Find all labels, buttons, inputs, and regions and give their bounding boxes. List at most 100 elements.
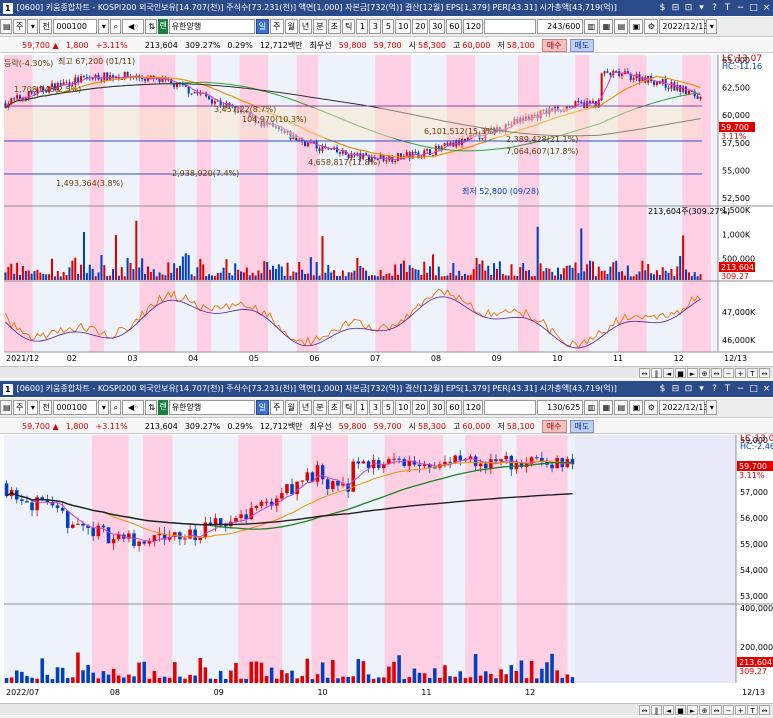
expand-button[interactable]: ↔ (711, 367, 722, 378)
volume-bar (562, 268, 565, 280)
volume-bar (216, 273, 219, 280)
chart-scrollbar-bottom[interactable]: ↔ ‖ ◄ ■ ► ⊕ ↔ − + T ↔ (0, 703, 773, 715)
volume-bar (48, 274, 51, 280)
candle-body (652, 81, 656, 85)
volume-bar (176, 268, 179, 280)
volume-bar (623, 275, 626, 280)
volume-bar (507, 275, 510, 280)
candle-body (679, 85, 682, 92)
scroll-left-button[interactable]: ◄ (663, 367, 674, 378)
volume-bar (27, 270, 30, 280)
candle-body (13, 98, 16, 100)
volume-bar (248, 275, 251, 280)
volume-bar (129, 262, 132, 280)
candle-body (414, 151, 417, 153)
volume-bar (373, 275, 376, 280)
volume-bar (696, 276, 699, 280)
volume-bar (440, 276, 443, 280)
volume-bar (218, 670, 223, 683)
volume-bar (144, 273, 147, 280)
candle-body (300, 480, 305, 482)
highlight-band (89, 55, 104, 352)
volume-bar (557, 267, 560, 280)
zoom-out-button[interactable]: − (723, 704, 734, 715)
volume-bar (111, 668, 116, 683)
candle-body (305, 472, 310, 481)
volume-bar (219, 272, 222, 280)
volume-bar (122, 677, 126, 683)
candle-body (583, 102, 586, 108)
plot-background (4, 55, 718, 352)
date-axis-label: 09 (492, 354, 502, 363)
expand-button[interactable]: ↔ (711, 704, 722, 715)
scroll-pause-button[interactable]: ‖ (651, 367, 662, 378)
scroll-fit-button[interactable]: ↔ (639, 704, 650, 715)
volume-tag-text: 213,604 (721, 263, 754, 272)
hc-label: HC:-2.46 (740, 442, 773, 451)
date-axis-label: 2022/07 (6, 688, 39, 697)
price-axis-label: 54,000 (740, 566, 768, 575)
candle-body (264, 501, 269, 503)
candlestick-chart-bottom[interactable]: 59,00058,00057,00056,00055,00054,00053,0… (0, 381, 773, 703)
volume-bar (589, 260, 592, 280)
scroll-right-button[interactable]: ► (687, 704, 698, 715)
candle-body (461, 138, 464, 145)
volume-bar (367, 276, 371, 280)
candle-body (458, 455, 463, 461)
volume-bar (4, 272, 7, 280)
scroll-pause-button[interactable]: ‖ (651, 704, 662, 715)
scroll-right-button[interactable]: ► (687, 367, 698, 378)
volume-bar (684, 269, 688, 280)
date-axis-label: 10 (317, 688, 327, 697)
candle-body (405, 152, 408, 157)
volume-bar (632, 276, 635, 280)
date-axis-label: 06 (309, 354, 319, 363)
volume-bar (534, 678, 539, 683)
volume-bar (167, 678, 172, 683)
zoom-out-button[interactable]: − (723, 367, 734, 378)
volume-bar (16, 262, 19, 280)
zoom-in-button[interactable]: + (735, 367, 746, 378)
candle-body (426, 149, 429, 151)
volume-bar (591, 261, 594, 280)
highlight-band (139, 55, 176, 352)
scroll-left-button[interactable]: ◄ (663, 704, 674, 715)
volume-bar (274, 268, 277, 280)
zoom-in-button[interactable]: + (735, 704, 746, 715)
volume-bar (225, 259, 228, 280)
volume-bar (385, 274, 388, 280)
scroll-stop-button[interactable]: ■ (675, 704, 686, 715)
volume-bar (231, 275, 234, 280)
candle-body (394, 160, 397, 162)
scroll-fit-button[interactable]: ↔ (639, 367, 650, 378)
volume-bar (97, 272, 100, 280)
chart-scrollbar-top[interactable]: ↔ ‖ ◄ ■ ► ⊕ ↔ − + T ↔ (0, 366, 773, 378)
volume-bar (641, 260, 644, 280)
volume-bar (335, 275, 339, 280)
candlestick-chart-top[interactable]: 65,00062,50060,00057,50055,00052,5001,50… (0, 0, 773, 365)
text-button[interactable]: T (747, 704, 758, 715)
range-button[interactable]: ↔ (759, 704, 770, 715)
volume-bar (303, 273, 307, 280)
volume-bar (376, 276, 379, 280)
volume-bar (504, 275, 507, 280)
zoom-button[interactable]: ⊕ (699, 704, 710, 715)
zoom-button[interactable]: ⊕ (699, 367, 710, 378)
candle-body (443, 143, 446, 147)
text-button[interactable]: T (747, 367, 758, 378)
scroll-stop-button[interactable]: ■ (675, 367, 686, 378)
oscillator-axis-label: 46,000K (722, 336, 756, 345)
candle-body (407, 460, 412, 466)
price-axis-label: 62,500 (722, 84, 750, 93)
volume-bar (298, 262, 301, 280)
volume-label: 213,604주(309.27%) (648, 207, 730, 216)
volume-bar (170, 272, 173, 280)
volume-bar (522, 262, 525, 280)
range-button[interactable]: ↔ (759, 367, 770, 378)
volume-bar (249, 661, 254, 683)
volume-bar (152, 269, 155, 280)
volume-bar (545, 662, 549, 683)
volume-bar (565, 674, 570, 683)
volume-bar (7, 266, 10, 280)
volume-bar (452, 262, 455, 280)
